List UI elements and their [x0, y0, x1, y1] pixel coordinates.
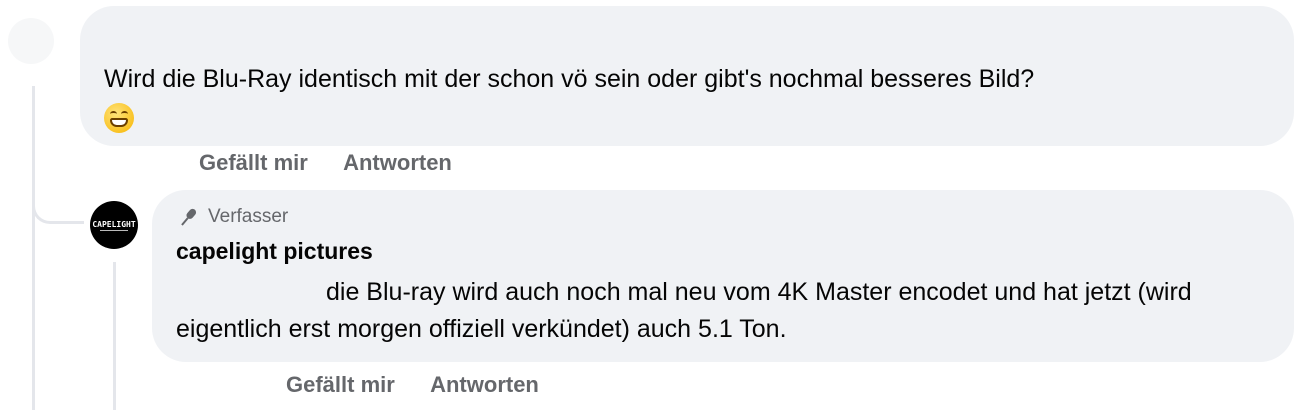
reply-text-content: die Blu-ray wird auch noch mal neu vom 4… [176, 278, 1192, 343]
thread-connector [32, 190, 84, 224]
reply-actions: Gefällt mir Antworten [286, 372, 569, 398]
avatar-logo-text: CAPELIGHT [92, 219, 136, 229]
author-avatar[interactable]: CAPELIGHT [90, 201, 138, 249]
author-name[interactable]: capelight pictures [176, 238, 373, 265]
like-button[interactable]: Gefällt mir [199, 150, 308, 175]
reply-button[interactable]: Antworten [343, 150, 452, 175]
comment-actions: Gefällt mir Antworten [199, 150, 482, 176]
grinning-emoji-icon [104, 103, 134, 134]
author-badge-label: Verfasser [208, 206, 289, 227]
like-button[interactable]: Gefällt mir [286, 372, 395, 397]
reply-text: die Blu-ray wird auch noch mal neu vom 4… [176, 274, 1264, 348]
reply-thread-line [113, 262, 116, 410]
comment-text-content: Wird die Blu-Ray identisch mit der schon… [104, 65, 1035, 93]
thread-line [32, 86, 35, 410]
comment-text: Wird die Blu-Ray identisch mit der schon… [104, 60, 1272, 136]
microphone-icon [181, 208, 197, 226]
avatar-logo-underline [100, 229, 128, 231]
commenter-avatar[interactable] [8, 18, 54, 64]
reply-button[interactable]: Antworten [430, 372, 539, 397]
comment-bubble: Wird die Blu-Ray identisch mit der schon… [80, 6, 1294, 146]
reply-bubble: Verfasser capelight pictures die Blu-ray… [152, 190, 1294, 362]
author-badge: Verfasser [176, 206, 288, 228]
